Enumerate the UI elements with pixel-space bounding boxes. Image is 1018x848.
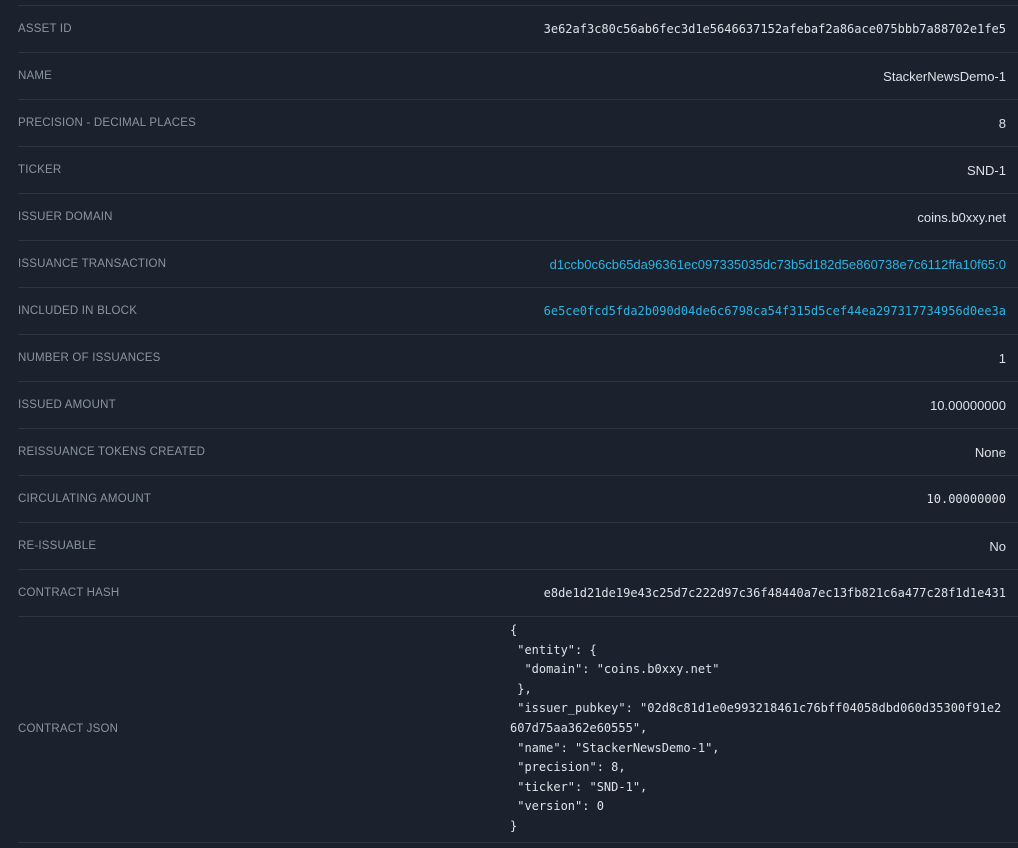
asset-id-value: 3e62af3c80c56ab6fec3d1e5646637152afebaf2…	[544, 22, 1006, 36]
asset-details-table: ASSET ID 3e62af3c80c56ab6fec3d1e564663715…	[0, 0, 1018, 843]
included-in-block-cell: 6e5ce0fcd5fda2b090d04de6c6798ca54f315d5c…	[510, 304, 1018, 318]
number-of-issuances-value: 1	[999, 351, 1006, 366]
number-of-issuances-label: NUMBER OF ISSUANCES	[18, 352, 510, 364]
issuer-domain-cell: coins.b0xxy.net	[510, 210, 1018, 225]
issued-amount-cell: 10.00000000	[510, 398, 1018, 413]
issuer-domain-value: coins.b0xxy.net	[917, 210, 1006, 225]
contract-hash-row: CONTRACT HASH e8de1d21de19e43c25d7c222d97…	[18, 570, 1018, 617]
reissuance-tokens-created-value: None	[975, 445, 1006, 460]
included-in-block-label: INCLUDED IN BLOCK	[18, 305, 510, 317]
precision-decimal-places-cell: 8	[510, 116, 1018, 131]
issuer-domain-row: ISSUER DOMAIN coins.b0xxy.net	[18, 194, 1018, 241]
contract-hash-value: e8de1d21de19e43c25d7c222d97c36f48440a7ec…	[544, 586, 1006, 600]
ticker-cell: SND-1	[510, 163, 1018, 178]
contract-json-value: { "entity": { "domain": "coins.b0xxy.net…	[510, 621, 1006, 837]
contract-json-row: CONTRACT JSON { "entity": { "domain": "c…	[18, 617, 1018, 843]
ticker-row: TICKER SND-1	[18, 147, 1018, 194]
re-issuable-row: RE-ISSUABLE No	[18, 523, 1018, 570]
asset-name-value: StackerNewsDemo-1	[883, 69, 1006, 84]
precision-decimal-places-row: PRECISION - DECIMAL PLACES 8	[18, 100, 1018, 147]
ticker-label: TICKER	[18, 164, 510, 176]
contract-hash-label: CONTRACT HASH	[18, 587, 510, 599]
re-issuable-value: No	[989, 539, 1006, 554]
issuance-transaction-value[interactable]: d1ccb0c6cb65da96361ec097335035dc73b5d182…	[550, 257, 1006, 272]
re-issuable-label: RE-ISSUABLE	[18, 540, 510, 552]
number-of-issuances-row: NUMBER OF ISSUANCES 1	[18, 335, 1018, 382]
circulating-amount-cell: 10.00000000	[510, 492, 1018, 506]
asset-id-label: ASSET ID	[18, 23, 510, 35]
contract-hash-cell: e8de1d21de19e43c25d7c222d97c36f48440a7ec…	[510, 586, 1018, 600]
ticker-value: SND-1	[967, 163, 1006, 178]
contract-json-cell: { "entity": { "domain": "coins.b0xxy.net…	[510, 617, 1018, 842]
number-of-issuances-cell: 1	[510, 351, 1018, 366]
precision-decimal-places-label: PRECISION - DECIMAL PLACES	[18, 117, 510, 129]
included-in-block-value[interactable]: 6e5ce0fcd5fda2b090d04de6c6798ca54f315d5c…	[544, 304, 1006, 318]
re-issuable-cell: No	[510, 539, 1018, 554]
asset-name-cell: StackerNewsDemo-1	[510, 69, 1018, 84]
contract-json-label: CONTRACT JSON	[18, 723, 510, 735]
included-in-block-row: INCLUDED IN BLOCK 6e5ce0fcd5fda2b090d04de…	[18, 288, 1018, 335]
circulating-amount-value: 10.00000000	[927, 492, 1006, 506]
issuance-transaction-row: ISSUANCE TRANSACTION d1ccb0c6cb65da96361e…	[18, 241, 1018, 288]
issued-amount-row: ISSUED AMOUNT 10.00000000	[18, 382, 1018, 429]
reissuance-tokens-created-label: REISSUANCE TOKENS CREATED	[18, 446, 510, 458]
issued-amount-value: 10.00000000	[930, 398, 1006, 413]
circulating-amount-label: CIRCULATING AMOUNT	[18, 493, 510, 505]
asset-name-row: NAME StackerNewsDemo-1	[18, 53, 1018, 100]
circulating-amount-row: CIRCULATING AMOUNT 10.00000000	[18, 476, 1018, 523]
issued-amount-label: ISSUED AMOUNT	[18, 399, 510, 411]
reissuance-tokens-created-row: REISSUANCE TOKENS CREATED None	[18, 429, 1018, 476]
asset-name-label: NAME	[18, 70, 510, 82]
issuance-transaction-label: ISSUANCE TRANSACTION	[18, 258, 510, 270]
asset-id-row: ASSET ID 3e62af3c80c56ab6fec3d1e564663715…	[18, 6, 1018, 53]
precision-decimal-places-value: 8	[999, 116, 1006, 131]
reissuance-tokens-created-cell: None	[510, 445, 1018, 460]
asset-id-cell: 3e62af3c80c56ab6fec3d1e5646637152afebaf2…	[510, 22, 1018, 36]
issuer-domain-label: ISSUER DOMAIN	[18, 211, 510, 223]
issuance-transaction-cell: d1ccb0c6cb65da96361ec097335035dc73b5d182…	[510, 257, 1018, 272]
